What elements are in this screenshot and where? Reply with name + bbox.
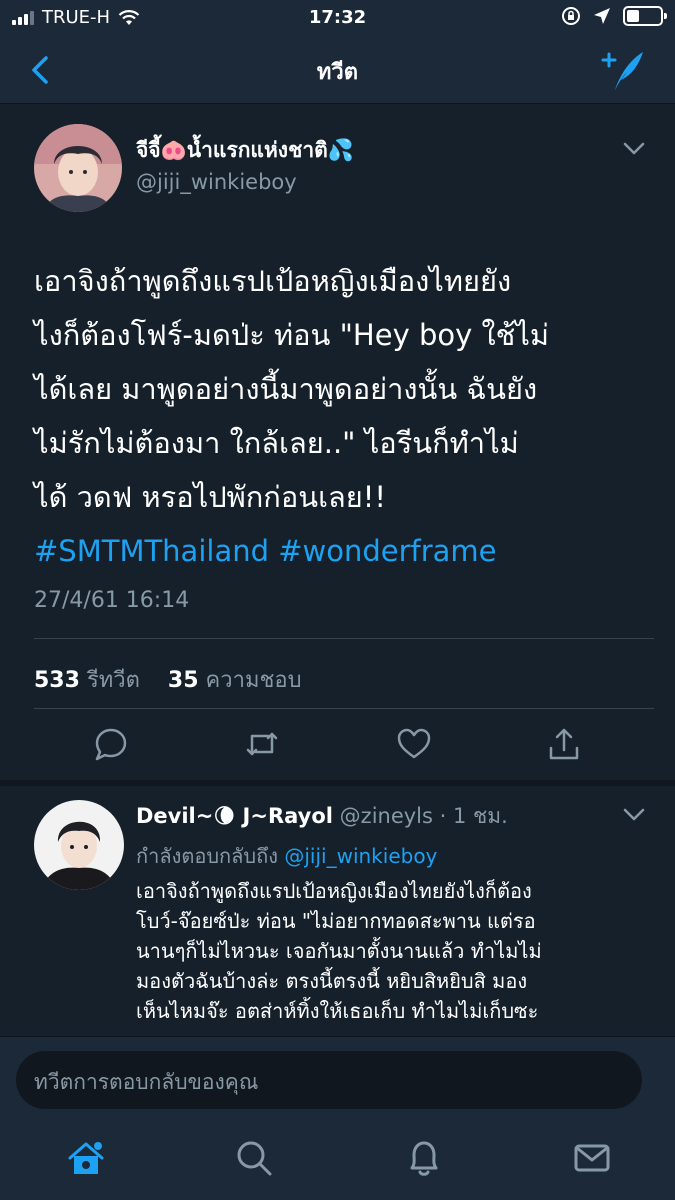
tweet-actions [0, 726, 675, 776]
search-icon[interactable] [234, 1138, 274, 1178]
replying-prefix: กำลังตอบกลับถึง [136, 844, 278, 868]
reply-composer-bar: ทวีตการตอบกลับของคุณ [0, 1036, 675, 1128]
reply-text-line: โบว์-จ๊อยซ์ป่ะ ท่อน "ไม่อยากทอดสะพาน แต่… [136, 909, 536, 933]
reply-input[interactable]: ทวีตการตอบกลับของคุณ [16, 1051, 642, 1109]
tweet-stats[interactable]: 533 รีทวีต 35 ความชอบ [34, 662, 302, 697]
retweet-label: รีทวีต [86, 668, 140, 693]
tweet-text-line: ได้ วดฟ หรอไปพักก่อนเลย!! [34, 480, 387, 514]
messages-icon[interactable] [572, 1138, 612, 1178]
hashtag-links[interactable]: #SMTMThailand #wonderframe [34, 524, 654, 578]
reply-text-line: เอาจิงถ้าพูดถึงแรปเป้อหญิงเมืองไทยยังไงก… [136, 879, 532, 903]
tweet-text-line: เอาจิงถ้าพูดถึงแรปเป้อหญิงเมืองไทยยัง [34, 264, 512, 298]
author-display-name[interactable]: จีจี้🐽น้ำแรกแห่งชาติ💦 [136, 134, 354, 167]
divider [34, 708, 654, 709]
author-handle[interactable]: @jiji_winkieboy [136, 170, 297, 194]
notifications-icon[interactable] [404, 1138, 444, 1178]
reply-header: Devil~🌘 J~Rayol @zineyls · 1 ชม. [136, 800, 508, 833]
home-icon[interactable] [66, 1138, 106, 1178]
battery-icon [623, 6, 667, 26]
reply-author-avatar[interactable] [34, 800, 124, 890]
divider [34, 638, 654, 639]
tweet-text-line: ไงก็ต้องโฟร์-มดป่ะ ท่อน "Hey boy ใช้ไม่ [34, 318, 550, 352]
status-right [561, 6, 667, 26]
location-icon [594, 8, 610, 24]
reply-icon[interactable] [92, 726, 128, 762]
like-count: 35 [167, 668, 199, 693]
navigation-bar: ทวีต [0, 36, 675, 104]
reply-text-line: นานๆก็ไม่ไหวนะ เจอกันมาตั้งนานแล้ว ทำไมไ… [136, 939, 542, 963]
rotation-lock-icon [562, 7, 580, 25]
chevron-down-icon[interactable] [623, 808, 645, 822]
author-avatar[interactable] [34, 124, 122, 212]
reply-handle-time: @zineyls · 1 ชม. [339, 804, 508, 828]
retweet-count: 533 [34, 668, 80, 693]
tweet-text-line: ไม่รักไม่ต้องมา ใกล้เลย.." ไอรีนก็ทำไม่ [34, 426, 519, 460]
tab-bar [0, 1128, 675, 1200]
like-label: ความชอบ [205, 668, 302, 693]
compose-tweet-icon[interactable] [601, 48, 647, 92]
tweet-body: เอาจิงถ้าพูดถึงแรปเป้อหญิงเมืองไทยยัง ไง… [34, 254, 654, 578]
reply-tweet[interactable]: Devil~🌘 J~Rayol @zineyls · 1 ชม. กำลังตอ… [0, 786, 675, 1036]
like-icon[interactable] [396, 726, 432, 762]
retweet-icon[interactable] [244, 726, 280, 762]
chevron-down-icon[interactable] [623, 142, 645, 156]
replying-to: กำลังตอบกลับถึง @jiji_winkieboy [136, 840, 437, 872]
reply-text-line: มองตัวฉันบ้างล่ะ ตรงนี้ตรงนี้ หยิบสิหยิบ… [136, 969, 528, 993]
tweet-timestamp: 27/4/61 16:14 [34, 588, 190, 613]
reply-author-name[interactable]: Devil~🌘 J~Rayol [136, 804, 333, 828]
reply-text-line: เห็นไหมจ๊ะ อตส่าห์ทิ้งให้เธอเก็บ ทำไมไม่… [136, 999, 539, 1023]
tweet-text-line: ได้เลย มาพูดอย่างนี้มาพูดอย่างนั้น ฉันยั… [34, 372, 538, 406]
status-bar: TRUE-H 17:32 [0, 0, 675, 36]
replying-mention-link[interactable]: @jiji_winkieboy [284, 844, 437, 868]
reply-body: เอาจิงถ้าพูดถึงแรปเป้อหญิงเมืองไทยยังไงก… [136, 876, 661, 1026]
page-title: ทวีต [316, 60, 359, 85]
share-icon[interactable] [546, 726, 582, 762]
